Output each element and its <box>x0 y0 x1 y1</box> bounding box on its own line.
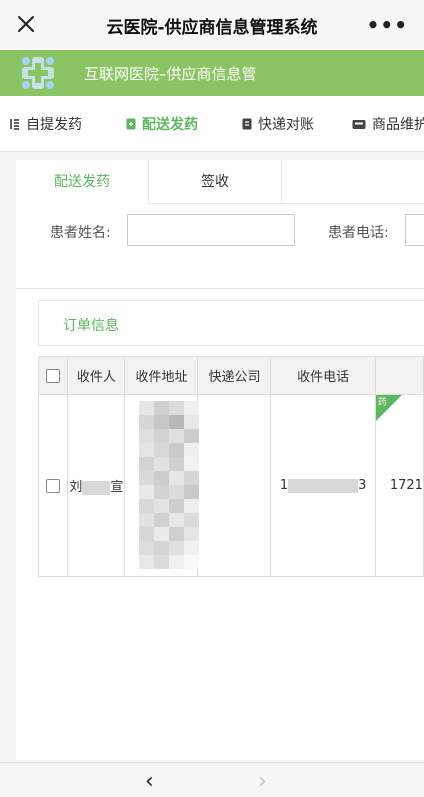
reconcile-icon <box>242 118 252 130</box>
nav-item-self-pickup[interactable]: 自提发药 <box>10 114 82 134</box>
phone-last-digit: 3 <box>358 478 367 493</box>
nav-item-label: 快递对账 <box>258 117 314 133</box>
nav-item-goods[interactable]: 商品维护 <box>352 114 424 134</box>
nav-item-label: 配送发药 <box>142 117 198 133</box>
nav-item-reconcile[interactable]: 快递对账 <box>242 114 314 134</box>
patient-phone-label: 患者电话: <box>328 225 389 241</box>
more-icon[interactable]: ••• <box>367 13 408 37</box>
table-row[interactable]: 刘宣 1 3 药 1721 <box>37 394 424 577</box>
cell-extra: 药 1721 <box>374 394 424 577</box>
window-titlebar: 云医院-供应商信息管理系统 ••• <box>0 0 424 50</box>
cell-phone: 13 <box>270 394 376 577</box>
tab-bar: 配送发药 签收 <box>16 160 424 205</box>
patient-name-label: 患者姓名: <box>50 225 111 241</box>
delivery-icon <box>126 118 136 130</box>
recipient-first-char: 刘 <box>69 480 83 495</box>
page-title: 云医院-供应商信息管理系统 <box>106 18 318 38</box>
chevron-left-icon[interactable]: ‹ <box>145 769 154 794</box>
hospital-logo-icon <box>22 57 54 89</box>
nav-item-label: 商品维护 <box>372 117 424 133</box>
address-redacted <box>139 401 200 569</box>
select-all-checkbox[interactable] <box>46 368 61 383</box>
chevron-right-icon[interactable]: › <box>258 769 267 794</box>
drug-tag-label: 药 <box>377 398 387 408</box>
close-icon[interactable] <box>14 12 38 36</box>
patient-name-input[interactable] <box>127 214 295 246</box>
cell-recipient: 刘宣 <box>67 394 126 577</box>
col-header-phone: 收件电话 <box>270 356 376 395</box>
tab-delivery[interactable]: 配送发药 <box>16 160 149 205</box>
goods-icon <box>352 120 366 129</box>
row-checkbox[interactable] <box>46 478 61 493</box>
recipient-redacted <box>82 480 111 495</box>
phone-redacted <box>288 478 359 493</box>
extra-value: 1721 <box>389 478 423 493</box>
order-info-label: 订单信息 <box>63 318 119 334</box>
cell-address <box>124 394 200 577</box>
table-header-row: 收件人 收件地址 快递公司 收件电话 <box>37 356 424 395</box>
drug-tag-badge: 药 <box>375 395 402 421</box>
col-header-courier: 快递公司 <box>197 356 272 395</box>
patient-phone-input[interactable] <box>405 214 424 246</box>
tab-sign[interactable]: 签收 <box>149 160 282 204</box>
section-divider <box>16 288 424 289</box>
nav-item-label: 自提发药 <box>26 117 82 133</box>
top-nav: 自提发药 配送发药 快递对账 商品维护 <box>0 96 424 152</box>
select-all-cell <box>37 356 69 395</box>
search-form: 患者姓名: 患者电话: <box>16 214 424 248</box>
phone-first-digit: 1 <box>279 478 289 493</box>
main-panel: 配送发药 签收 患者姓名: 患者电话: 订单信息 收件人 收件地址 快递公司 收… <box>16 160 424 760</box>
row-select-cell <box>37 394 69 577</box>
order-info-section: 订单信息 <box>38 300 424 346</box>
bottom-nav-bar: ‹ › <box>0 762 424 797</box>
order-table: 收件人 收件地址 快递公司 收件电话 刘宣 1 3 药 1721 <box>37 356 424 577</box>
cell-courier <box>197 394 272 577</box>
banner-title: 互联网医院–供应商信息管 <box>84 65 257 83</box>
col-header-address: 收件地址 <box>124 356 199 395</box>
col-header-recipient: 收件人 <box>67 356 126 395</box>
nav-item-delivery[interactable]: 配送发药 <box>126 114 198 134</box>
recipient-last-char: 宣 <box>110 480 124 495</box>
col-header-extra <box>374 356 424 395</box>
self-pickup-icon <box>10 119 19 130</box>
app-banner: 互联网医院–供应商信息管 <box>0 50 424 96</box>
